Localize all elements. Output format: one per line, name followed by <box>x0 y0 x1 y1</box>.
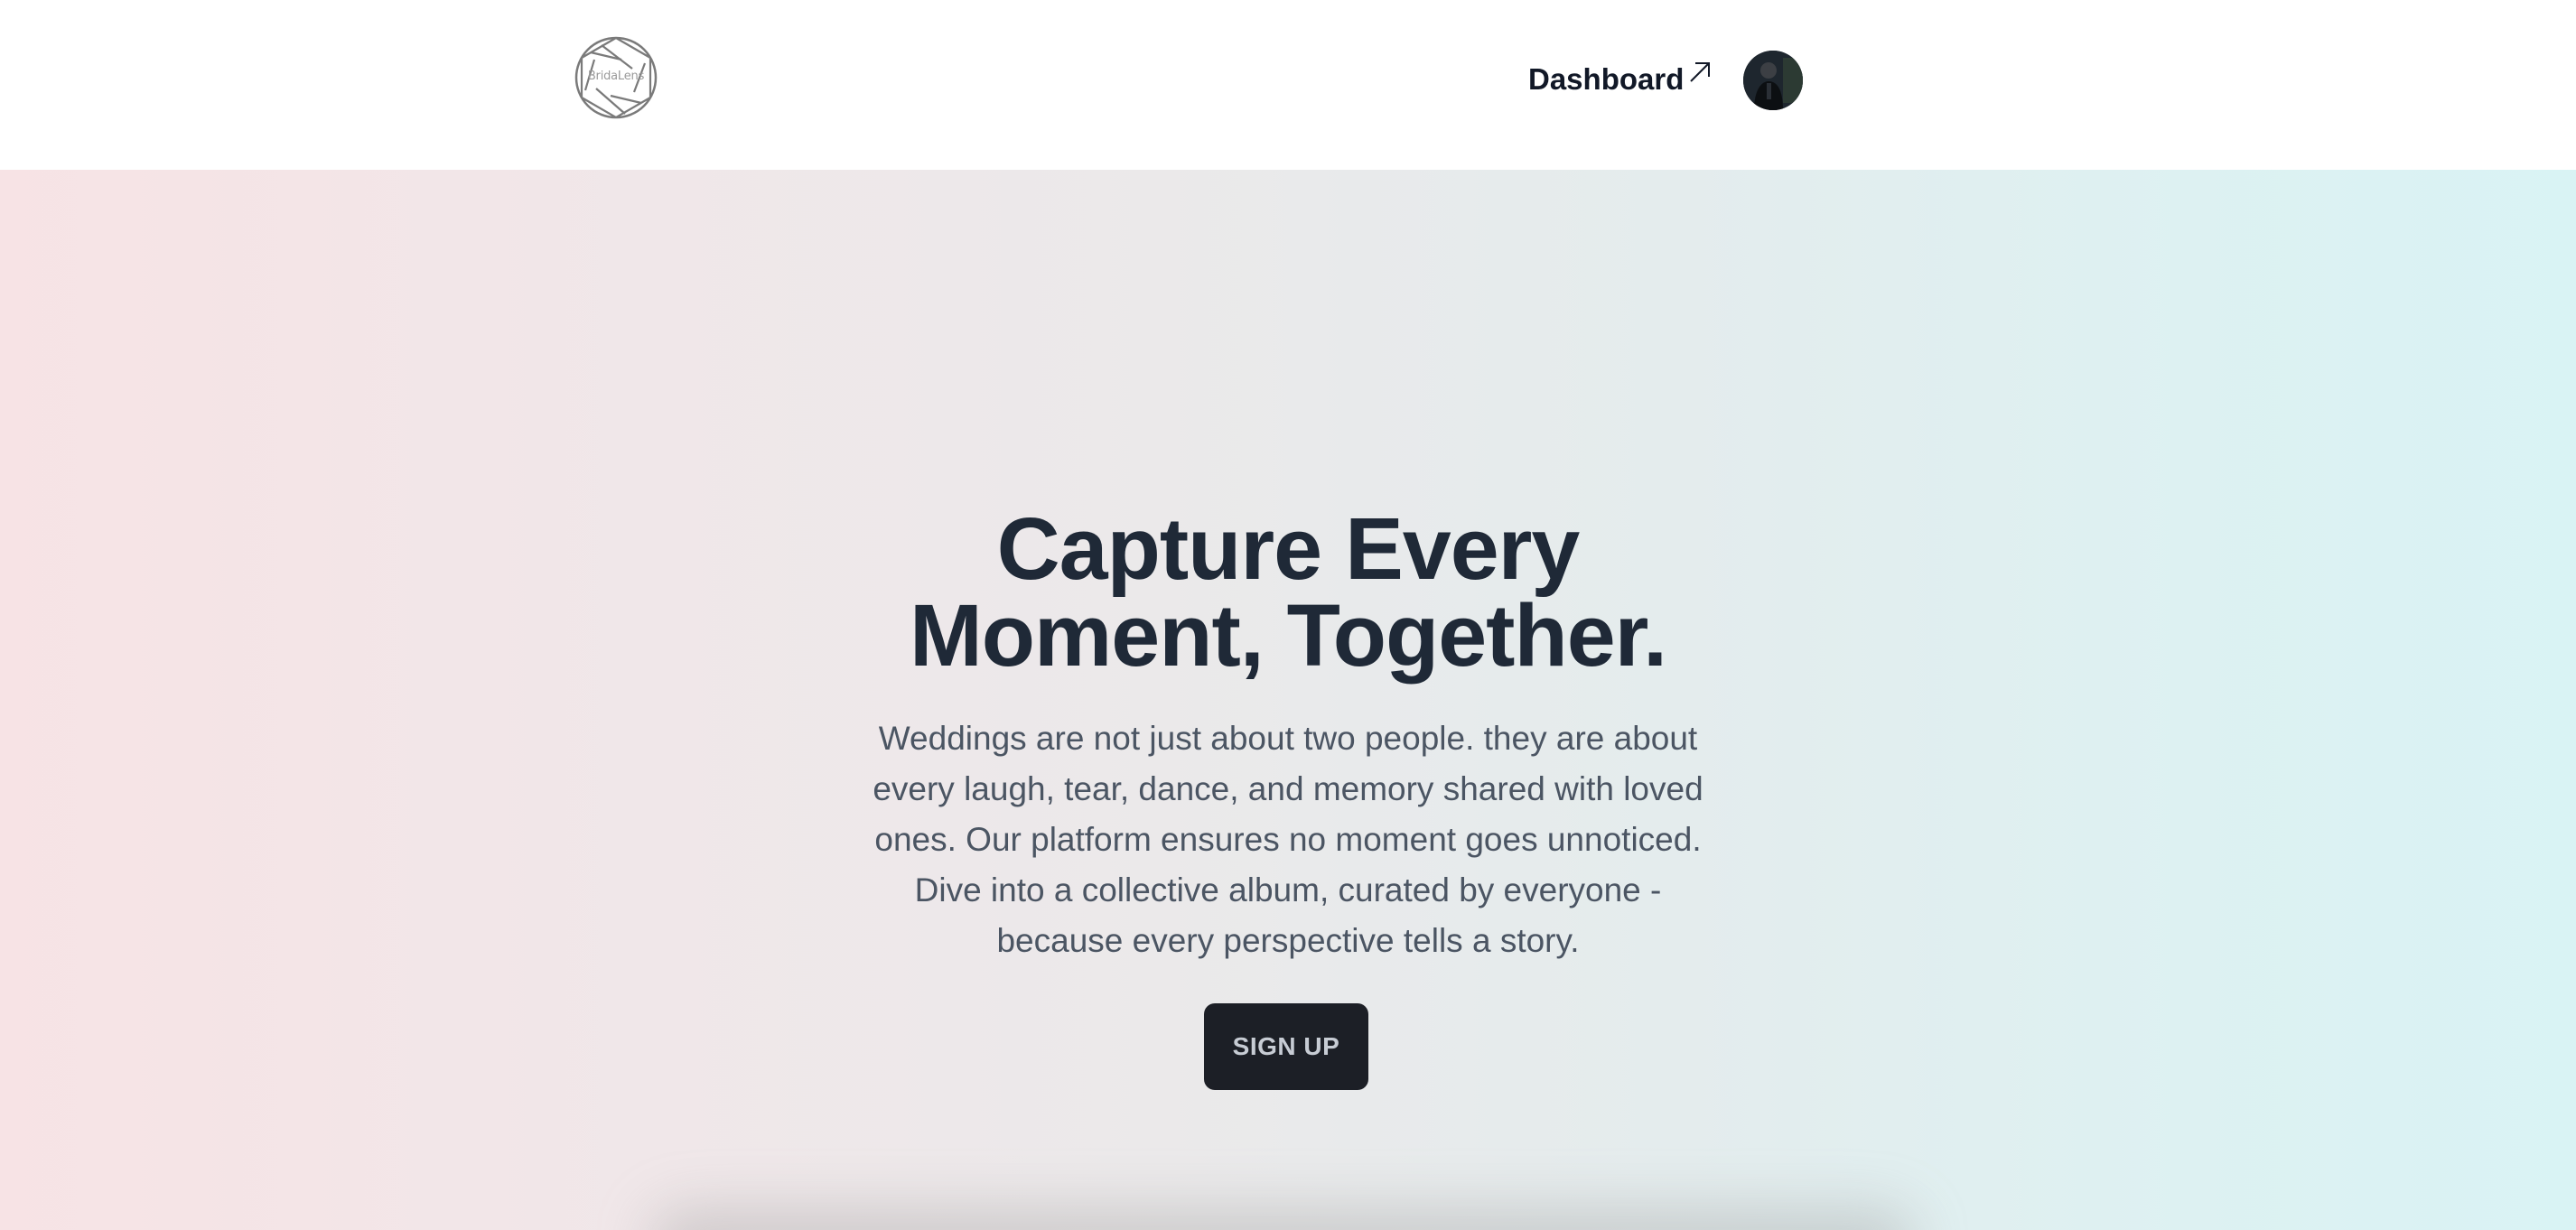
dashboard-link[interactable]: Dashboard <box>1528 58 1713 101</box>
hero-description: Weddings are not just about two people. … <box>873 720 1703 959</box>
hero-title-line-1: Capture Every <box>996 499 1581 598</box>
hero-title: Capture Every Moment, Together. <box>746 505 1830 679</box>
dashboard-link-label: Dashboard <box>1528 62 1685 96</box>
logo[interactable]: BridaLens <box>574 36 658 119</box>
user-photo-icon <box>1743 51 1803 110</box>
signup-button[interactable]: SIGN UP <box>1204 1003 1368 1090</box>
logo-text: BridaLens <box>587 70 645 83</box>
user-avatar[interactable] <box>1743 51 1803 110</box>
preview-card-shadow <box>650 1208 1915 1230</box>
hero-title-line-2: Moment, Together. <box>909 586 1667 685</box>
site-header: BridaLens Dashboard <box>0 0 2576 170</box>
arrow-up-right-icon <box>1687 60 1713 85</box>
hero-section: Capture Every Moment, Together. Weddings… <box>0 170 2576 1230</box>
